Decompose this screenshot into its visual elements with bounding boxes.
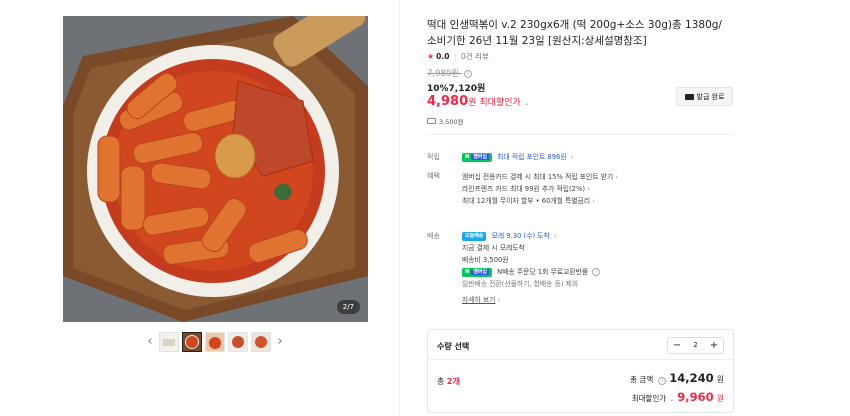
shipping-fee-row: 3,500원 — [427, 116, 464, 126]
thumbnail-strip: ‹ › — [144, 331, 286, 353]
max-discount-price[interactable]: 4,980 원 최대할인가 ⌄ — [427, 94, 530, 109]
total-max-label: 최대할인가 — [631, 394, 667, 403]
benefit-line-1[interactable]: 멤버십 전용카드 결제 시 최대 15% 적립 포인트 받기 › — [462, 171, 618, 181]
delivery-more-link[interactable]: 자세히 보기 › — [462, 294, 500, 304]
benefit-line-2-text: 라인프렌즈 카드 최대 99원 추가 적립(2%) — [462, 185, 586, 193]
today-delivery-badge: 오늘배송 — [462, 231, 487, 241]
npay-badge-sub: 멤버십 — [471, 153, 489, 160]
coupon-button-label: 발급 완료 — [696, 92, 725, 101]
quantity-value[interactable]: 2 — [686, 338, 705, 353]
info-icon[interactable]: i — [592, 268, 601, 276]
total-amount-label: 총 금액 — [630, 375, 654, 384]
thumbnail-4[interactable] — [228, 332, 248, 352]
chevron-right-icon: › — [615, 173, 618, 181]
npay-membership-badge: N 멤버십 — [462, 152, 492, 162]
total-quantity: 총 2개 — [437, 376, 460, 387]
quantity-header: 수량 선택 − 2 + — [428, 330, 733, 360]
npay-badge-n: N — [465, 153, 470, 160]
delivery-label: 배송 — [427, 232, 440, 240]
npay-badge-sub: 멤버십 — [471, 268, 489, 275]
total-max-discount[interactable]: 최대할인가 ⌄ 9,960 원 — [632, 390, 724, 404]
ticket-icon — [684, 93, 694, 100]
rating-row: ★ 0.0 | 0건 리뷰 — [427, 51, 489, 62]
image-counter: 2/7 — [336, 300, 360, 314]
chevron-right-icon: › — [592, 197, 595, 205]
increase-button[interactable]: + — [705, 338, 723, 353]
npay-exchange-row: N 멤버십 N배송 주문당 1회 무료교환반품 i — [462, 266, 601, 277]
thumb-next-arrow[interactable]: › — [274, 332, 286, 352]
chevron-right-icon: › — [497, 296, 501, 304]
original-price-value: 7,980원 — [427, 69, 460, 79]
thumbnail-1[interactable] — [159, 332, 179, 352]
product-main-image[interactable]: 2/7 — [63, 16, 368, 322]
delivery-excluded: 일반배송 전환(선물하기, 합배송 등) 제외 — [462, 280, 579, 288]
benefit-line-3-text: 최대 12개월 무이자 할부 • 60개월 특별금리 — [462, 197, 591, 205]
quantity-title: 수량 선택 — [437, 342, 470, 351]
npay-exchange-text: N배송 주문당 1회 무료교환반품 — [497, 268, 589, 276]
chevron-right-icon: › — [553, 232, 557, 240]
benefit-line-1-text: 멤버십 전용카드 결제 시 최대 15% 적립 포인트 받기 — [462, 173, 614, 181]
info-icon[interactable]: i — [658, 377, 667, 385]
points-row[interactable]: N 멤버십 최대 적립 포인트 896원 › — [462, 151, 574, 162]
total-max-unit: 원 — [716, 394, 724, 403]
delivery-arrival: 모레 9.30 (수) 도착 — [491, 232, 550, 240]
original-price: 7,980원 i — [427, 67, 472, 79]
order-panel: 수량 선택 − 2 + 총 2개 총 금액 i 14,240 원 최대할인가 ⌄… — [427, 329, 734, 413]
shipping-fee-value: 3,500원 — [439, 118, 464, 126]
thumbnail-5[interactable] — [251, 332, 271, 352]
points-label: 적립 — [427, 153, 440, 161]
section-divider — [427, 134, 734, 135]
thumbnail-2[interactable] — [182, 332, 202, 352]
thumbnail-4-image — [229, 333, 247, 351]
tteokbokki-photo — [63, 16, 368, 322]
chevron-right-icon: › — [570, 153, 574, 161]
thumbnail-1-image — [160, 333, 178, 351]
info-icon[interactable]: i — [463, 69, 472, 78]
thumbnail-3-image — [206, 333, 224, 351]
points-text: 최대 적립 포인트 896원 — [497, 153, 567, 161]
benefit-label: 혜택 — [427, 172, 440, 180]
delivery-fee: 배송비 3,500원 — [462, 256, 509, 264]
benefit-line-2[interactable]: 라인프렌즈 카드 최대 99원 추가 적립(2%) › — [462, 183, 590, 193]
quantity-stepper: − 2 + — [667, 337, 724, 354]
chevron-down-icon: ⌄ — [669, 396, 675, 403]
total-amount: 총 금액 i 14,240 원 — [630, 371, 724, 385]
product-title: 떡대 인생떡볶이 v.2 230gx6개 (떡 200g+소스 30g)총 13… — [427, 19, 722, 47]
thumbnail-3[interactable] — [205, 332, 225, 352]
review-count-link[interactable]: 0건 리뷰 — [461, 51, 489, 62]
rating-separator: | — [454, 52, 457, 61]
thumb-prev-arrow[interactable]: ‹ — [144, 332, 156, 352]
total-qty-prefix: 총 — [437, 377, 447, 386]
total-amount-unit: 원 — [716, 375, 724, 384]
chevron-down-icon: ⌄ — [523, 99, 530, 107]
thumbnail-2-image — [183, 333, 201, 351]
truck-icon — [427, 118, 436, 124]
npay-membership-badge: N 멤버십 — [462, 267, 492, 277]
chevron-right-icon: › — [587, 185, 590, 193]
max-price-number: 4,980 — [427, 94, 469, 109]
star-icon: ★ — [427, 52, 435, 61]
more-link-text: 자세히 보기 — [462, 296, 496, 304]
delivery-pay-note: 지금 결제 시 모레도착 — [462, 244, 525, 252]
max-price-unit: 원 — [468, 98, 477, 108]
total-amount-value: 14,240 — [669, 371, 714, 385]
benefit-line-3[interactable]: 최대 12개월 무이자 할부 • 60개월 특별금리 › — [462, 195, 595, 205]
discount-price-line: 10%7,120원 — [427, 84, 486, 94]
max-price-label: 최대할인가 — [479, 98, 521, 108]
rating-value: 0.0 — [436, 52, 450, 61]
column-divider — [399, 0, 400, 416]
decrease-button[interactable]: − — [668, 338, 686, 353]
delivery-arrival-row[interactable]: 오늘배송 모레 9.30 (수) 도착 › — [462, 230, 557, 241]
total-qty-value: 2개 — [446, 377, 460, 386]
npay-badge-n: N — [465, 268, 470, 275]
thumbnail-5-image — [252, 333, 270, 351]
coupon-issued-button[interactable]: 발급 완료 — [676, 87, 733, 106]
total-max-value: 9,960 — [677, 390, 714, 404]
